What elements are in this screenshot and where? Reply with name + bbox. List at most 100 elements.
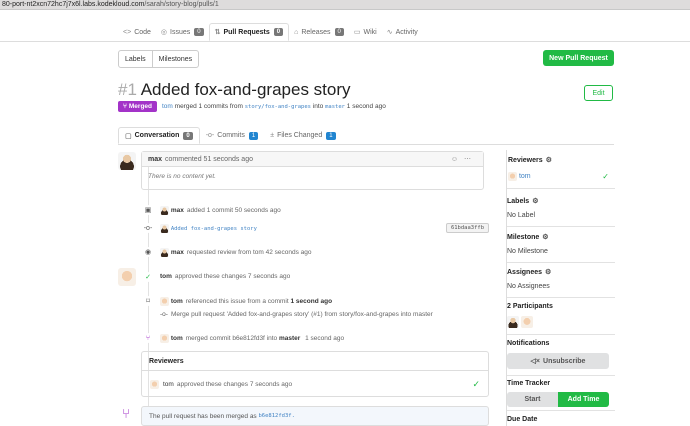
- commit-message-link[interactable]: Added fox-and-grapes story: [171, 226, 257, 232]
- more-icon[interactable]: ⋯: [464, 156, 477, 163]
- event-ref-commit: -o- Merge pull request 'Added fox-and-gr…: [160, 311, 433, 318]
- merged-by-link[interactable]: tom: [162, 103, 173, 110]
- sidebar-participants: 2 Participants: [507, 303, 615, 328]
- tag-icon: ⌂: [294, 28, 299, 36]
- merge-icon: ⑂: [118, 405, 134, 421]
- tab-wiki[interactable]: ▭ Wiki: [349, 23, 382, 41]
- conversation-count: 0: [183, 131, 193, 140]
- merge-icon: ⑂: [143, 333, 153, 343]
- tab-code[interactable]: <> Code: [118, 23, 156, 41]
- unsubscribe-button[interactable]: ◁× Unsubscribe: [507, 353, 609, 369]
- check-icon: ✓: [472, 378, 480, 389]
- tab-pull-requests[interactable]: ⇅ Pull Requests 0: [208, 23, 290, 41]
- avatar[interactable]: [507, 316, 519, 328]
- labels-milestones-group: Labels Milestones: [118, 50, 200, 68]
- avatar[interactable]: [520, 316, 533, 328]
- gear-icon[interactable]: ⚙: [532, 197, 538, 205]
- url-text[interactable]: 80-port-nt2xcn72hc7j7x6l.labs.kodekloud.…: [2, 1, 219, 8]
- gear-icon[interactable]: ⚙: [542, 233, 548, 241]
- comment-header: max commented 51 seconds ago ☺⋯: [142, 152, 483, 167]
- tab-commits[interactable]: -o- Commits 1: [200, 127, 265, 144]
- pr-sidebar: Reviewers ⚙ tom ✓ Labels ⚙ No Label Milest…: [506, 150, 615, 426]
- avatar[interactable]: [150, 379, 159, 389]
- check-icon: ✓: [143, 272, 153, 282]
- releases-count: 0: [334, 28, 344, 36]
- base-branch-link[interactable]: master: [325, 104, 345, 110]
- avatar[interactable]: [118, 268, 136, 286]
- milestones-button[interactable]: Milestones: [151, 51, 198, 67]
- event-commit: Added fox-and-grapes story: [160, 224, 257, 233]
- commit-icon: -o-: [160, 311, 168, 318]
- reviewers-panel: Reviewers tom approved these changes 7 s…: [141, 351, 489, 397]
- avatar[interactable]: [160, 206, 169, 215]
- tab-issues[interactable]: ◎ Issues 0: [156, 23, 209, 41]
- commit-sha-button[interactable]: 61bdaa3ffb: [446, 223, 489, 233]
- files-changed-count: 1: [326, 131, 336, 140]
- check-icon: ✓: [602, 172, 609, 181]
- code-icon: <>: [123, 28, 132, 36]
- pr-title-text: Added fox-and-grapes story: [140, 80, 351, 99]
- eye-icon: ◉: [143, 247, 153, 257]
- book-icon: ▭: [353, 29, 361, 36]
- merged-info-banner: The pull request has been merged as b6e8…: [141, 406, 489, 426]
- pull-requests-count: 0: [273, 28, 284, 36]
- tab-releases[interactable]: ⌂ Releases 0: [289, 23, 349, 41]
- comment-author[interactable]: max: [148, 156, 162, 163]
- new-pull-request-button[interactable]: New Pull Request: [543, 50, 614, 66]
- sidebar-due-date: Due Date: [507, 416, 538, 423]
- mute-icon: ◁×: [530, 358, 541, 365]
- pull-request-icon: ⇅: [214, 29, 221, 36]
- reviewer-link[interactable]: tom: [519, 173, 531, 180]
- issue-icon: ◎: [160, 29, 168, 36]
- avatar[interactable]: [118, 152, 136, 170]
- add-time-button[interactable]: Add Time: [558, 392, 609, 407]
- repo-nav: <> Code ◎ Issues 0 ⇅ Pull Requests 0 ⌂ R…: [118, 23, 423, 41]
- merge-icon: ⑂: [122, 103, 127, 110]
- pr-number: #1: [118, 80, 137, 99]
- event-merged-commit: tom merged commit b6e812fd3f into master…: [160, 334, 344, 343]
- avatar[interactable]: [160, 224, 169, 233]
- sidebar-milestone: Milestone ⚙ No Milestone: [507, 233, 549, 256]
- sidebar-time-tracker: Time Tracker Start Add Time: [507, 380, 615, 407]
- reviewers-panel-title: Reviewers: [142, 352, 488, 371]
- smiley-icon[interactable]: ☺: [451, 156, 464, 163]
- event-review-request: max requested review from tom 42 seconds…: [160, 248, 311, 257]
- avatar[interactable]: [160, 297, 169, 306]
- sidebar-assignees: Assignees ⚙ No Assignees: [507, 268, 552, 291]
- event-added-commit: max added 1 commit 50 seconds ago: [160, 206, 281, 215]
- commit-icon: -o-: [143, 223, 153, 233]
- avatar[interactable]: [160, 248, 169, 257]
- browser-address-bar[interactable]: 80-port-nt2xcn72hc7j7x6l.labs.kodekloud.…: [0, 0, 690, 10]
- gear-icon[interactable]: ⚙: [545, 268, 551, 276]
- comment: max commented 51 seconds ago ☺⋯ There is…: [141, 151, 484, 190]
- repo-push-icon: ▣: [143, 205, 153, 215]
- event-referenced: tom referenced this issue from a commit …: [160, 297, 335, 306]
- head-branch-link[interactable]: story/fox-and-grapes: [245, 104, 311, 110]
- comments-icon: ▢: [125, 132, 132, 140]
- avatar[interactable]: [508, 172, 517, 181]
- start-timer-button[interactable]: Start: [507, 392, 558, 407]
- labels-button[interactable]: Labels: [119, 51, 152, 67]
- merge-sha-link[interactable]: b6e812fd3f.: [259, 413, 295, 419]
- event-approved: tom approved these changes 7 seconds ago: [160, 273, 291, 280]
- pulse-icon: ∿: [386, 29, 393, 36]
- sidebar-notifications: Notifications ◁× Unsubscribe: [507, 340, 615, 369]
- commits-count: 1: [248, 131, 259, 140]
- pr-tabs: ▢ Conversation 0 -o- Commits 1 ± Files C…: [118, 127, 342, 144]
- page-title: #1 Added fox-and-grapes story: [118, 80, 351, 100]
- bookmark-icon: ⌑: [143, 296, 153, 306]
- avatar[interactable]: [160, 334, 169, 343]
- nav-divider: [0, 41, 690, 42]
- commit-icon: -o-: [205, 132, 215, 139]
- tab-conversation[interactable]: ▢ Conversation 0: [118, 127, 200, 144]
- issues-count: 0: [194, 28, 204, 36]
- tab-activity[interactable]: ∿ Activity: [382, 23, 423, 41]
- tabs-divider: [118, 144, 614, 145]
- comment-body: There is no content yet.: [148, 173, 216, 180]
- sidebar-reviewers: Reviewers ⚙ tom ✓: [508, 156, 609, 181]
- comment-time: 51 seconds ago: [203, 155, 253, 163]
- sidebar-labels: Labels ⚙ No Label: [507, 197, 539, 220]
- edit-button[interactable]: Edit: [584, 85, 613, 101]
- tab-files-changed[interactable]: ± Files Changed 1: [264, 127, 341, 144]
- gear-icon[interactable]: ⚙: [546, 156, 552, 164]
